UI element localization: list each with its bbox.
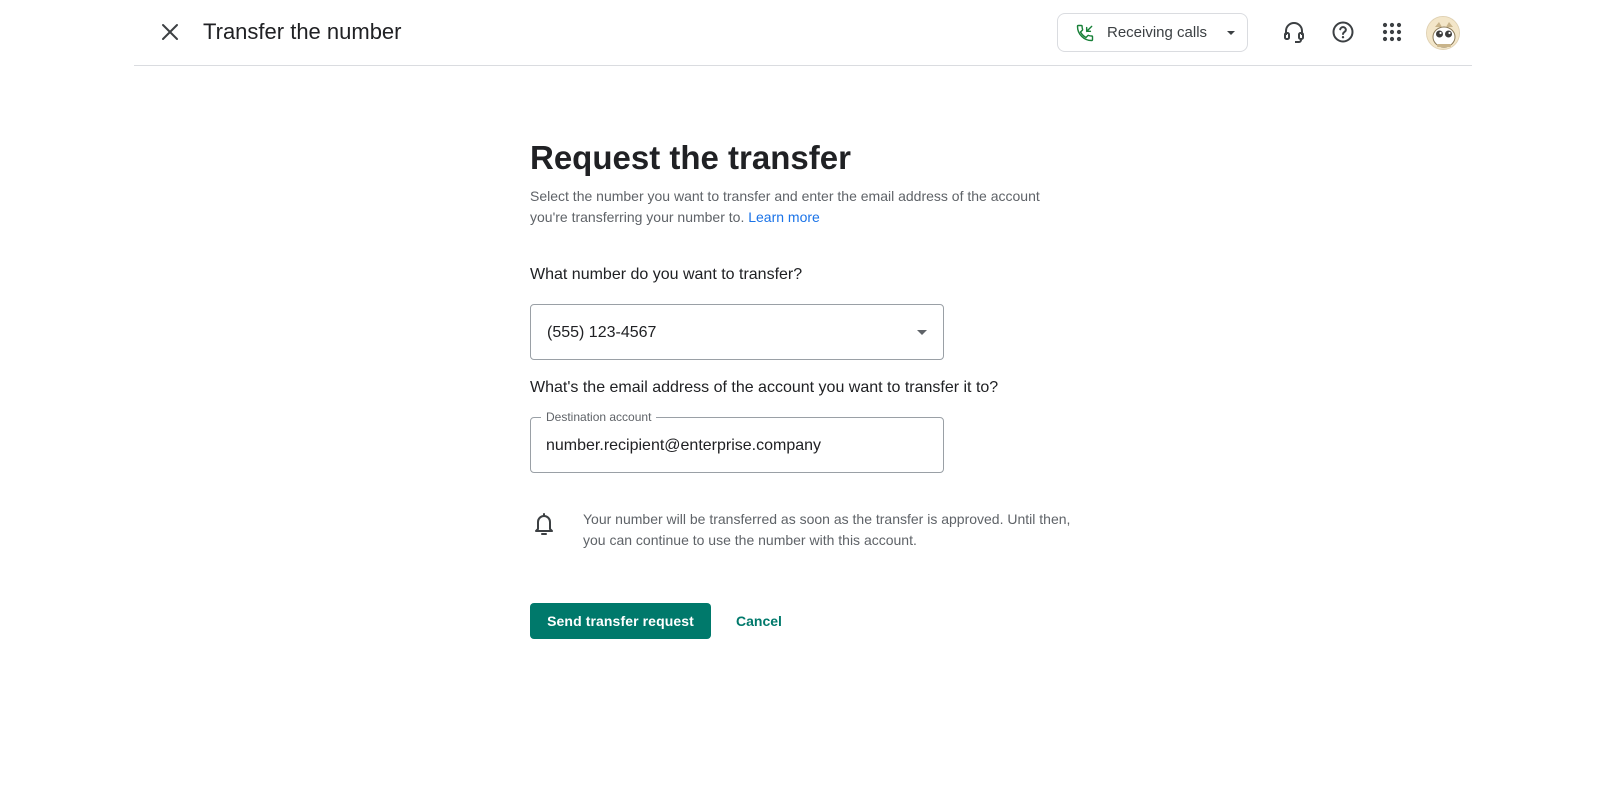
support-button[interactable] bbox=[1276, 14, 1312, 50]
send-transfer-request-button[interactable]: Send transfer request bbox=[530, 603, 711, 639]
destination-account-label: Destination account bbox=[541, 410, 657, 424]
email-question: What's the email address of the account … bbox=[530, 379, 999, 396]
apps-grid-icon bbox=[1382, 22, 1402, 42]
page-heading: Request the transfer bbox=[530, 139, 851, 176]
close-button[interactable] bbox=[152, 14, 188, 50]
page-title: Transfer the number bbox=[203, 19, 402, 44]
help-button[interactable] bbox=[1325, 14, 1361, 50]
headset-icon bbox=[1284, 22, 1304, 43]
status-chip-label: Receiving calls bbox=[1107, 24, 1208, 41]
destination-account-input[interactable] bbox=[546, 435, 926, 457]
number-select[interactable]: (555) 123-4567 bbox=[530, 304, 944, 360]
transfer-notice: Your number will be transferred as soon … bbox=[583, 511, 1071, 548]
description: Select the number you want to transfer a… bbox=[530, 186, 1070, 228]
avatar[interactable] bbox=[1426, 16, 1460, 50]
caret-down-icon bbox=[1227, 31, 1235, 35]
bell-icon bbox=[535, 513, 553, 535]
transfer-form: Request the transfer Select the number y… bbox=[530, 0, 1090, 800]
help-icon bbox=[1332, 21, 1354, 43]
apps-button[interactable] bbox=[1374, 14, 1410, 50]
close-icon bbox=[162, 24, 178, 40]
learn-more-link[interactable]: Learn more bbox=[748, 209, 820, 225]
caret-down-icon bbox=[917, 330, 927, 335]
number-select-value: (555) 123-4567 bbox=[547, 324, 657, 341]
cancel-button[interactable]: Cancel bbox=[724, 603, 794, 639]
destination-account-field[interactable]: Destination account bbox=[530, 410, 944, 473]
number-question: What number do you want to transfer? bbox=[530, 266, 803, 283]
